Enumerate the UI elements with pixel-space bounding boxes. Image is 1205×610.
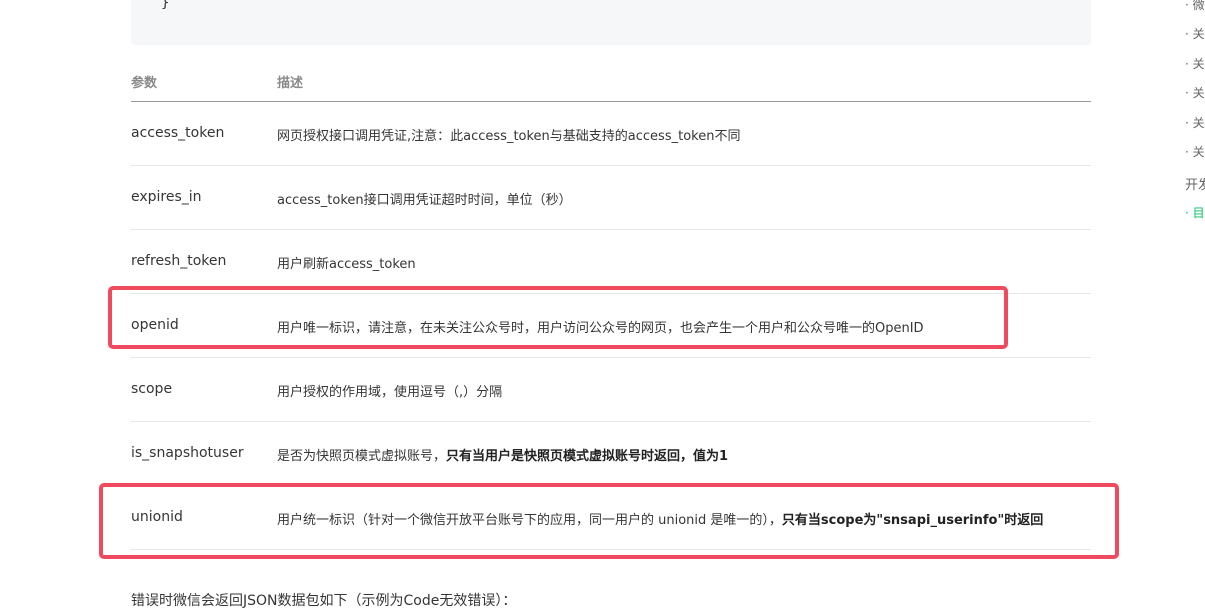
highlight-openid-box — [108, 286, 1008, 349]
sidebar-item[interactable]: · 微 — [1185, 0, 1205, 13]
param-name: access_token — [131, 125, 225, 141]
table-row: is_snapshotuser 是否为快照页模式虚拟账号，只有当用户是快照页模式… — [131, 422, 1091, 486]
param-desc: 用户授权的作用域，使用逗号（,）分隔 — [277, 385, 503, 400]
param-desc: access_token接口调用凭证超时时间，单位（秒） — [277, 193, 572, 208]
sidebar-item[interactable]: · 关 — [1185, 55, 1205, 72]
param-desc: 是否为快照页模式虚拟账号，只有当用户是快照页模式虚拟账号时返回，值为1 — [277, 449, 729, 464]
sidebar-item-active[interactable]: · 目 — [1185, 204, 1205, 221]
header-param: 参数 — [131, 76, 158, 91]
table-row: expires_in access_token接口调用凭证超时时间，单位（秒） — [131, 166, 1091, 230]
param-desc: 用户刷新access_token — [277, 257, 416, 272]
error-intro-text: 错误时微信会返回JSON数据包如下（示例为Code无效错误）： — [131, 593, 517, 609]
highlight-unionid-box — [99, 483, 1119, 559]
param-name: expires_in — [131, 189, 202, 205]
table-header: 参数 描述 — [131, 60, 1091, 102]
param-name: refresh_token — [131, 253, 227, 269]
param-name: scope — [131, 381, 173, 397]
sidebar-item[interactable]: · 关 — [1185, 143, 1205, 160]
sidebar-item[interactable]: · 关 — [1185, 114, 1205, 131]
code-block: } — [131, 0, 1091, 45]
table-row: scope 用户授权的作用域，使用逗号（,）分隔 — [131, 358, 1091, 422]
sidebar-section-title[interactable]: 开发 — [1185, 174, 1205, 193]
param-name: is_snapshotuser — [131, 445, 244, 461]
param-desc: 网页授权接口调用凭证,注意：此access_token与基础支持的access_… — [277, 129, 741, 144]
code-closing-brace: } — [161, 0, 170, 11]
table-row: access_token 网页授权接口调用凭证,注意：此access_token… — [131, 102, 1091, 166]
sidebar-item[interactable]: · 关 — [1185, 84, 1205, 101]
header-desc: 描述 — [277, 76, 304, 91]
sidebar-item[interactable]: · 关 — [1185, 25, 1205, 42]
table-row: refresh_token 用户刷新access_token — [131, 230, 1091, 294]
